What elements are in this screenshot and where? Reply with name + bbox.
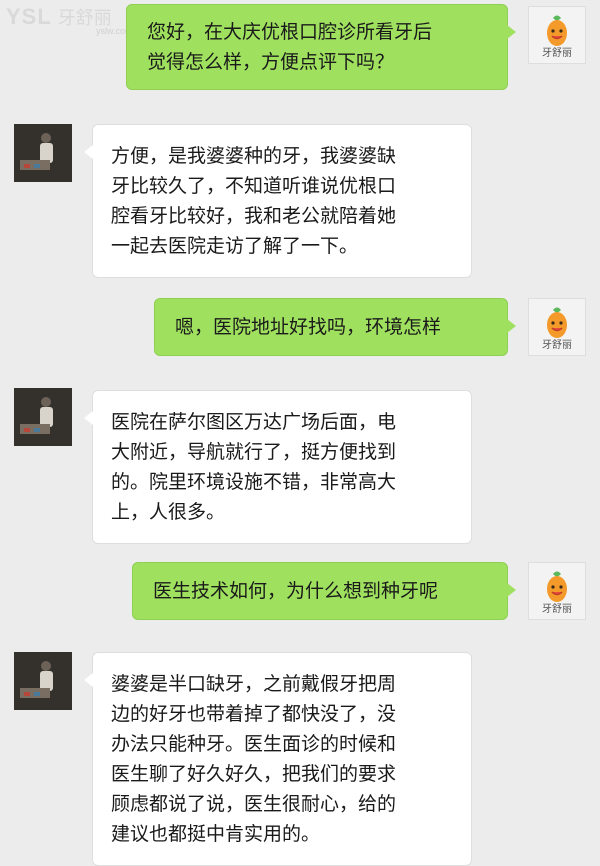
message-line: 边的好牙也带着掉了都快没了，没 (111, 703, 397, 725)
message-line: 医院在萨尔图区万达广场后面，电 (111, 411, 397, 433)
avatar-label: 牙舒丽 (542, 48, 572, 59)
message-line: 觉得怎么样，方便点评下吗？ (147, 51, 395, 73)
message-line: 顾虑都说了说，医生很耐心，给的 (111, 793, 397, 815)
contact-avatar[interactable]: 牙舒丽 (528, 562, 586, 620)
message-line: 医生聊了好久好久，把我们的要求 (111, 763, 397, 785)
message-bubble-outgoing[interactable]: 医生技术如何，为什么想到种牙呢 (132, 562, 516, 620)
message-line: 上，人很多。 (111, 501, 226, 523)
message-line: 您好，在大庆优根口腔诊所看牙后 (147, 21, 433, 43)
watermark: YSL 牙舒丽 yslw.com (6, 4, 133, 36)
message-bubble-incoming[interactable]: 医院在萨尔图区万达广场后面，电 大附近，导航就行了，挺方便找到 的。院里环境设施… (84, 390, 472, 544)
message-bubble-incoming[interactable]: 方便，是我婆婆种的牙，我婆婆缺 牙比较久了，不知道听谁说优根口 腔看牙比较好，我… (84, 124, 472, 278)
carrot-mascot-icon (547, 307, 567, 338)
message-bubble-outgoing[interactable]: 嗯，医院地址好找吗，环境怎样 (154, 298, 516, 356)
message-line: 大附近，导航就行了，挺方便找到 (111, 441, 397, 463)
user-photo-icon (14, 124, 72, 182)
message-line: 建议也都挺中肯实用的。 (111, 823, 321, 845)
watermark-brand: YSL (6, 4, 52, 29)
user-photo-icon (14, 388, 72, 446)
avatar-label: 牙舒丽 (542, 604, 572, 615)
contact-avatar[interactable]: 牙舒丽 (528, 6, 586, 64)
message-line: 办法只能种牙。医生面诊的时候和 (111, 733, 397, 755)
message-bubble-outgoing[interactable]: 您好，在大庆优根口腔诊所看牙后 觉得怎么样，方便点评下吗？ (126, 4, 516, 90)
avatar-label: 牙舒丽 (542, 340, 572, 351)
message-line: 牙比较久了，不知道听谁说优根口 (111, 175, 397, 197)
carrot-mascot-icon (547, 571, 567, 602)
message-line: 医生技术如何，为什么想到种牙呢 (153, 580, 439, 602)
user-avatar[interactable] (14, 388, 72, 446)
message-line: 腔看牙比较好，我和老公就陪着她 (111, 205, 397, 227)
user-avatar[interactable] (14, 124, 72, 182)
message-line: 婆婆是半口缺牙，之前戴假牙把周 (111, 673, 397, 695)
message-bubble-incoming[interactable]: 婆婆是半口缺牙，之前戴假牙把周 边的好牙也带着掉了都快没了，没 办法只能种牙。医… (84, 652, 472, 866)
message-line: 方便，是我婆婆种的牙，我婆婆缺 (111, 145, 397, 167)
message-line: 一起去医院走访了解了一下。 (111, 235, 359, 257)
contact-avatar[interactable]: 牙舒丽 (528, 298, 586, 356)
carrot-mascot-icon (547, 15, 567, 46)
message-line: 嗯，医院地址好找吗，环境怎样 (175, 316, 442, 338)
message-line: 的。院里环境设施不错，非常高大 (111, 471, 397, 493)
user-photo-icon (14, 652, 72, 710)
user-avatar[interactable] (14, 652, 72, 710)
